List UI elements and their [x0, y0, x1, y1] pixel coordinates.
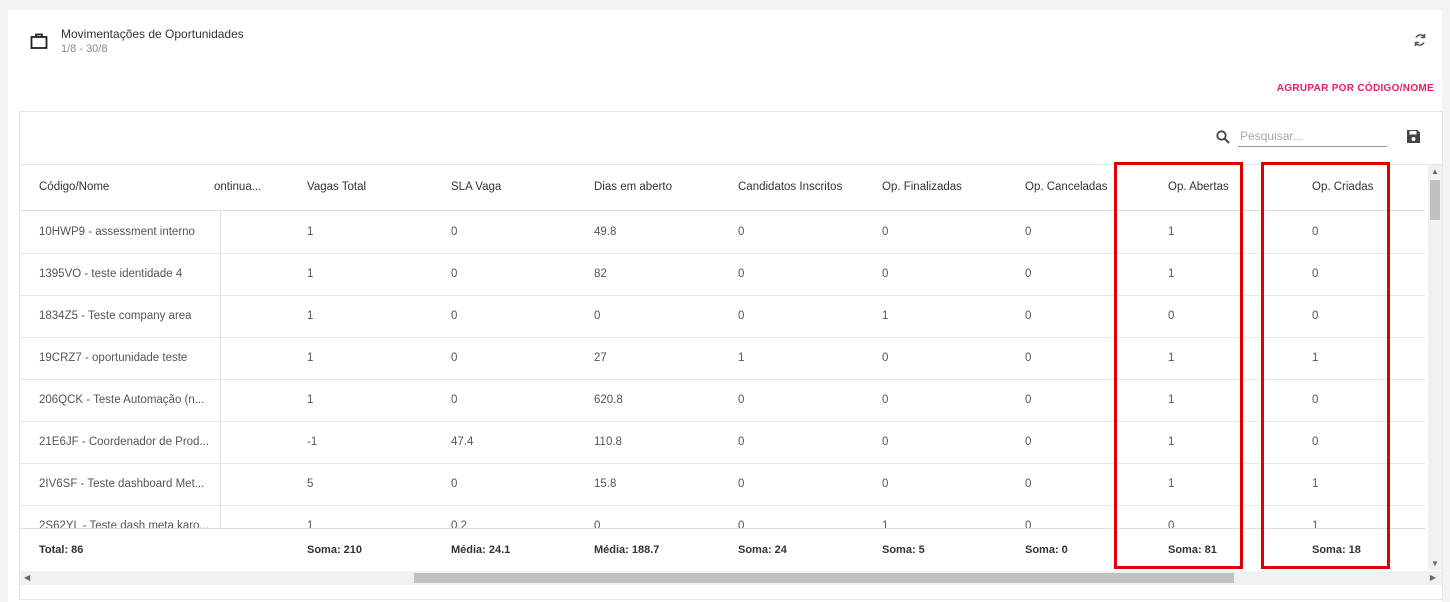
- highlight-box-op-abertas: [1114, 162, 1243, 569]
- cell-vagas-total: 1: [307, 352, 314, 364]
- cell-dias-em-aberto: 0: [594, 520, 601, 528]
- refresh-icon[interactable]: [1412, 32, 1428, 48]
- footer-candidatos-inscritos: Soma: 24: [738, 544, 787, 556]
- footer-op-finalizadas: Soma: 5: [882, 544, 925, 556]
- cell-code-name: 1395VO - teste identidade 4: [39, 268, 183, 280]
- cell-op-finalizadas: 0: [882, 394, 889, 406]
- cell-sla-vaga: 0.2: [451, 520, 467, 528]
- cell-candidatos-inscritos: 0: [738, 436, 745, 448]
- cell-continua: [214, 463, 294, 505]
- vertical-scroll-thumb[interactable]: [1430, 180, 1440, 220]
- cell-op-finalizadas: 0: [882, 478, 889, 490]
- footer-sla-vaga: Média: 24.1: [451, 544, 511, 556]
- cell-vagas-total: 1: [307, 394, 314, 406]
- column-header-dias-em-aberto[interactable]: Dias em aberto: [594, 165, 714, 210]
- cell-continua: [214, 421, 294, 463]
- cell-code-name: 21E6JF - Coordenador de Prod...: [39, 436, 210, 448]
- column-header-vagas-total[interactable]: Vagas Total: [307, 165, 427, 210]
- cell-code-name: 1834Z5 - Teste company area: [39, 310, 192, 322]
- cell-op-finalizadas: 0: [882, 436, 889, 448]
- scroll-up-arrow-icon[interactable]: ▲: [1431, 167, 1439, 176]
- cell-op-finalizadas: 0: [882, 352, 889, 364]
- cell-continua: [214, 505, 294, 528]
- cell-vagas-total: 1: [307, 268, 314, 280]
- cell-code-name: 19CRZ7 - oportunidade teste: [39, 352, 188, 364]
- cell-continua: [214, 253, 294, 295]
- cell-code-name: 2S62YL - Teste dash meta karo...: [39, 520, 210, 528]
- cell-candidatos-inscritos: 0: [738, 310, 745, 322]
- date-range: 1/8 - 30/8: [61, 43, 108, 55]
- cell-candidatos-inscritos: 0: [738, 394, 745, 406]
- footer-vagas-total: Soma: 210: [307, 544, 363, 556]
- cell-continua: [214, 337, 294, 379]
- cell-dias-em-aberto: 15.8: [594, 478, 617, 490]
- column-header-sla-vaga[interactable]: SLA Vaga: [451, 165, 571, 210]
- cell-vagas-total: -1: [307, 436, 318, 448]
- grid-toolbar: [20, 112, 1442, 165]
- column-header-candidatos-inscritos[interactable]: Candidatos Inscritos: [738, 165, 868, 210]
- search-input[interactable]: [1238, 126, 1387, 147]
- cell-sla-vaga: 0: [451, 226, 458, 238]
- cell-sla-vaga: 0: [451, 310, 458, 322]
- cell-dias-em-aberto: 49.8: [594, 226, 617, 238]
- highlight-box-op-criadas: [1261, 162, 1390, 569]
- cell-sla-vaga: 0: [451, 394, 458, 406]
- column-header-code-name[interactable]: Código/Nome: [39, 165, 214, 210]
- cell-candidatos-inscritos: 0: [738, 520, 745, 528]
- cell-candidatos-inscritos: 0: [738, 268, 745, 280]
- vertical-scrollbar[interactable]: ▲ ▼: [1428, 165, 1442, 570]
- cell-candidatos-inscritos: 0: [738, 478, 745, 490]
- cell-code-name: 10HWP9 - assessment interno: [39, 226, 195, 238]
- cell-code-name: 206QCK - Teste Automação (n...: [39, 394, 205, 406]
- cell-candidatos-inscritos: 1: [738, 352, 745, 364]
- cell-continua: [214, 295, 294, 337]
- cell-dias-em-aberto: 82: [594, 268, 607, 280]
- cell-dias-em-aberto: 27: [594, 352, 607, 364]
- cell-dias-em-aberto: 0: [594, 310, 601, 322]
- cell-continua: [214, 379, 294, 421]
- cell-op-finalizadas: 1: [882, 520, 889, 528]
- cell-vagas-total: 5: [307, 478, 314, 490]
- cell-op-finalizadas: 1: [882, 310, 889, 322]
- horizontal-scrollbar[interactable]: ◀ ▶: [20, 571, 1442, 585]
- cell-code-name: 2IV6SF - Teste dashboard Met...: [39, 478, 205, 490]
- report-title: Movimentações de Oportunidades: [61, 27, 244, 41]
- scroll-down-arrow-icon[interactable]: ▼: [1431, 559, 1439, 568]
- cell-sla-vaga: 0: [451, 268, 458, 280]
- cell-sla-vaga: 0: [451, 352, 458, 364]
- cell-dias-em-aberto: 110.8: [594, 436, 622, 448]
- cell-continua: [214, 211, 294, 253]
- cell-vagas-total: 1: [307, 520, 314, 528]
- cell-vagas-total: 1: [307, 310, 314, 322]
- horizontal-scroll-thumb[interactable]: [414, 573, 1234, 583]
- search-icon: [1216, 130, 1230, 144]
- footer-dias-em-aberto: Média: 188.7: [594, 544, 660, 556]
- cell-vagas-total: 1: [307, 226, 314, 238]
- cell-dias-em-aberto: 620.8: [594, 394, 623, 406]
- footer-total: Total: 86: [39, 544, 84, 556]
- cell-op-finalizadas: 0: [882, 226, 889, 238]
- briefcase-icon: [30, 33, 48, 49]
- column-header-continua[interactable]: ontinua...: [214, 165, 294, 210]
- save-icon[interactable]: [1406, 129, 1421, 144]
- scroll-right-arrow-icon[interactable]: ▶: [1430, 573, 1436, 582]
- scroll-left-arrow-icon[interactable]: ◀: [24, 573, 30, 582]
- cell-sla-vaga: 0: [451, 478, 458, 490]
- cell-sla-vaga: 47.4: [451, 436, 474, 448]
- column-header-op-finalizadas[interactable]: Op. Finalizadas: [882, 165, 1002, 210]
- group-by-code-name-button[interactable]: AGRUPAR POR CÓDIGO/NOME: [1277, 83, 1434, 94]
- cell-candidatos-inscritos: 0: [738, 226, 745, 238]
- cell-op-finalizadas: 0: [882, 268, 889, 280]
